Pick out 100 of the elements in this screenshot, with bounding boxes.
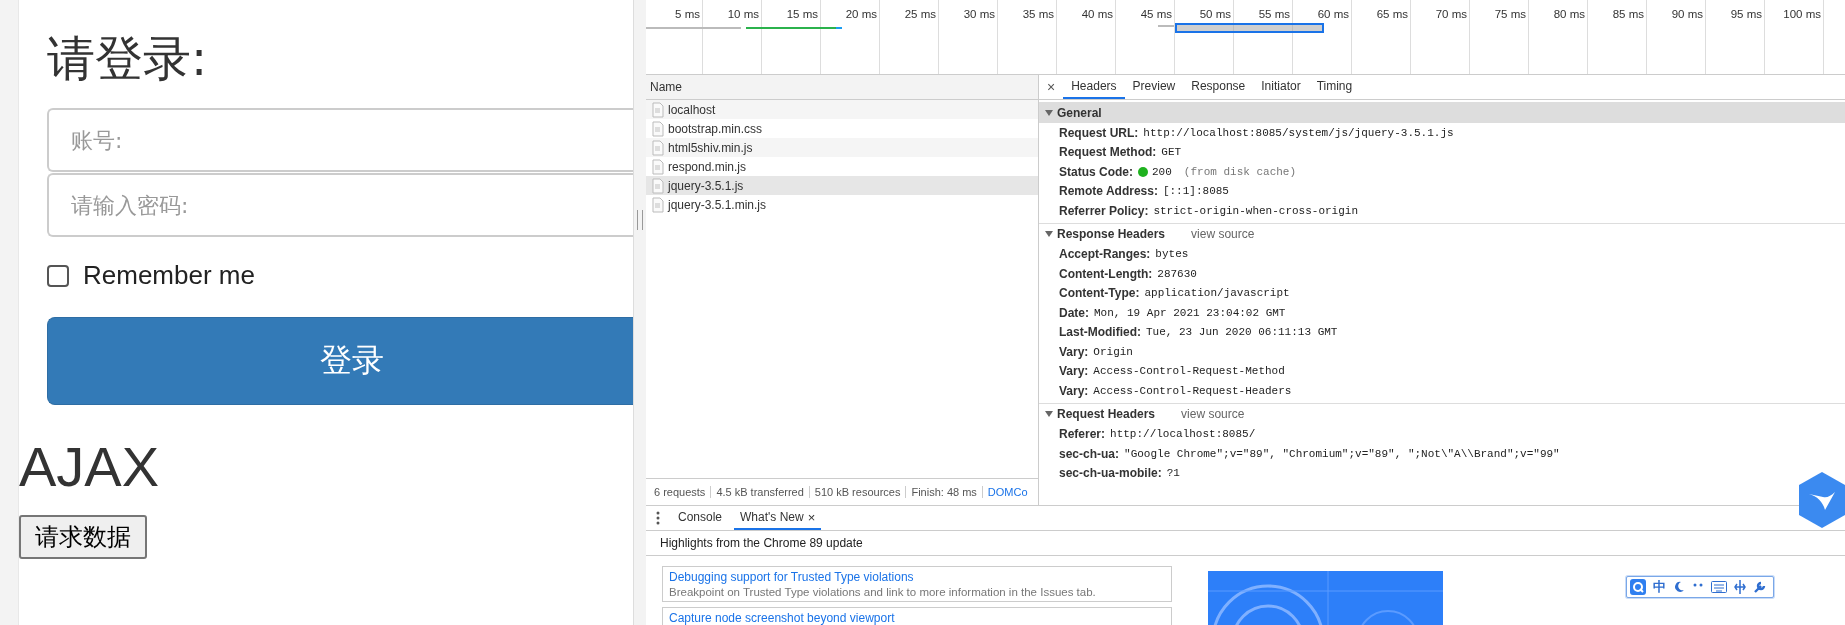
close-button[interactable]: × <box>807 509 816 525</box>
page-heading: 请登录: <box>47 29 209 88</box>
header-name: Request Method: <box>1059 145 1157 160</box>
tab[interactable]: Preview <box>1124 75 1184 99</box>
header-name: Referer: <box>1059 427 1106 442</box>
input-mode-toggle[interactable]: 中 <box>1653 578 1666 596</box>
tick-label: 70 ms <box>1435 8 1468 20</box>
checkbox-label: Remember me <box>83 260 255 291</box>
tab[interactable]: Response <box>1183 75 1254 99</box>
ime-logo-icon <box>1630 579 1646 595</box>
request-row[interactable]: bootstrap.min.css <box>646 119 1038 138</box>
summary-text: 510 kB resources <box>809 486 907 498</box>
tab[interactable]: Console <box>672 506 729 530</box>
checkbox[interactable] <box>47 264 69 287</box>
header-name: Last-Modified: <box>1059 325 1141 340</box>
header-name: sec-ch-ua: <box>1059 446 1120 461</box>
selection-window[interactable] <box>1175 23 1324 33</box>
file-icon <box>652 139 664 156</box>
summary-text: 6 requests <box>646 486 712 498</box>
tick-label: 15 ms <box>786 8 819 20</box>
expand-icon <box>1045 410 1053 418</box>
header-name: Request URL: <box>1059 125 1139 140</box>
tick-label: 50 ms <box>1199 8 1232 20</box>
view-source-link[interactable]: view source <box>1191 227 1255 241</box>
request-row[interactable]: respond.min.js <box>646 157 1038 176</box>
feature-card[interactable]: Debugging support for Trusted Type violations Breakpoint on Trusted Type violations and link to more information in the Issues tab. <box>662 566 1172 602</box>
tick-label: 85 ms <box>1612 8 1645 20</box>
tick-label: 95 ms <box>1730 8 1763 20</box>
file-icon <box>652 177 664 194</box>
header-name: Date: <box>1059 305 1089 320</box>
tick-label: 5 ms <box>675 8 701 20</box>
header-value: Access-Control-Request-Method <box>1093 365 1285 378</box>
header-value: http://localhost:8085/system/js/jquery-3.5.1.js <box>1143 126 1454 139</box>
section-heading: AJAX <box>19 435 161 499</box>
header-value: application/javascript <box>1144 287 1290 300</box>
header-value: Access-Control-Request-Headers <box>1093 384 1292 397</box>
request-row[interactable]: localhost <box>646 100 1038 119</box>
tick-label: 100 ms <box>1783 8 1822 20</box>
header-value: GET <box>1161 146 1182 159</box>
input-field[interactable]: 账号: <box>47 108 633 172</box>
resize-handle[interactable] <box>637 210 643 230</box>
header-value: [::1]:8085 <box>1162 185 1229 198</box>
request-row[interactable]: jquery-3.5.1.min.js <box>646 195 1038 214</box>
input-field[interactable]: 请输入密码: <box>47 173 633 237</box>
header-name: sec-ch-ua-mobile: <box>1059 466 1162 481</box>
file-icon <box>652 120 664 137</box>
file-icon <box>652 101 664 118</box>
header-name: Vary: <box>1059 364 1089 379</box>
wrench-icon <box>1753 580 1767 594</box>
status-note: (from disk cache) <box>1183 165 1297 178</box>
request-row[interactable]: jquery-3.5.1.js <box>646 176 1038 195</box>
section-header[interactable]: Response Headers view source <box>1039 222 1845 245</box>
login-button[interactable]: 登录 <box>47 317 633 405</box>
tick-label: 40 ms <box>1081 8 1114 20</box>
close-button[interactable]: × <box>1039 75 1064 99</box>
bird-badge-icon <box>1797 470 1845 530</box>
header-value: ?1 <box>1166 467 1180 480</box>
card-title-link[interactable]: Debugging support for Trusted Type violations <box>669 570 1165 584</box>
header-name: Content-Type: <box>1059 286 1140 301</box>
tab[interactable]: Initiator <box>1253 75 1309 99</box>
section-header[interactable]: General <box>1039 102 1845 123</box>
banner-text: Highlights from the Chrome 89 update <box>646 531 1845 556</box>
summary-text: 4.5 kB transferred <box>711 486 810 498</box>
keyboard-icon <box>1711 581 1727 593</box>
request-row[interactable]: html5shiv.min.js <box>646 138 1038 157</box>
card-description: Breakpoint on Trusted Type violations and link to more information in the Issues tab. <box>669 586 1097 598</box>
tick-label: 80 ms <box>1553 8 1586 20</box>
tick-label: 60 ms <box>1317 8 1350 20</box>
header-name: Status Code: <box>1059 164 1133 179</box>
tick-label: 25 ms <box>904 8 937 20</box>
header-name: Content-Length: <box>1059 266 1153 281</box>
header-value: Tue, 23 Jun 2020 06:11:13 GMT <box>1146 326 1338 339</box>
expand-icon <box>1045 108 1053 117</box>
tick-label: 90 ms <box>1671 8 1704 20</box>
tick-label: 20 ms <box>845 8 878 20</box>
file-icon <box>652 196 664 213</box>
header-name: Vary: <box>1059 383 1089 398</box>
tick-label: 75 ms <box>1494 8 1527 20</box>
card-title-link[interactable]: Capture node screenshot beyond viewport <box>669 611 1165 625</box>
view-source-link[interactable]: view source <box>1181 407 1245 421</box>
tab[interactable]: Headers <box>1063 75 1125 99</box>
header-name: Accept-Ranges: <box>1059 247 1151 262</box>
column-header[interactable]: Name <box>650 80 682 94</box>
request-button[interactable]: 请求数据 <box>19 515 147 559</box>
header-value: bytes <box>1155 248 1189 261</box>
tab[interactable]: What's New × <box>734 506 822 530</box>
file-icon <box>652 158 664 175</box>
header-value: 200 <box>1152 165 1172 178</box>
header-value: Origin <box>1093 345 1133 358</box>
split-icon <box>1734 580 1746 594</box>
tick-label: 10 ms <box>727 8 760 20</box>
header-value: http://localhost:8085/ <box>1110 428 1256 441</box>
tick-label: 55 ms <box>1258 8 1291 20</box>
tick-label: 30 ms <box>963 8 996 20</box>
summary-link[interactable]: DOMCo <box>982 486 1033 498</box>
header-value: 287630 <box>1157 267 1197 280</box>
feature-card[interactable]: Capture node screenshot beyond viewport <box>662 607 1172 625</box>
section-header[interactable]: Request Headers view source <box>1039 402 1845 425</box>
header-name: Referrer Policy: <box>1059 203 1149 218</box>
tab[interactable]: Timing <box>1308 75 1361 99</box>
